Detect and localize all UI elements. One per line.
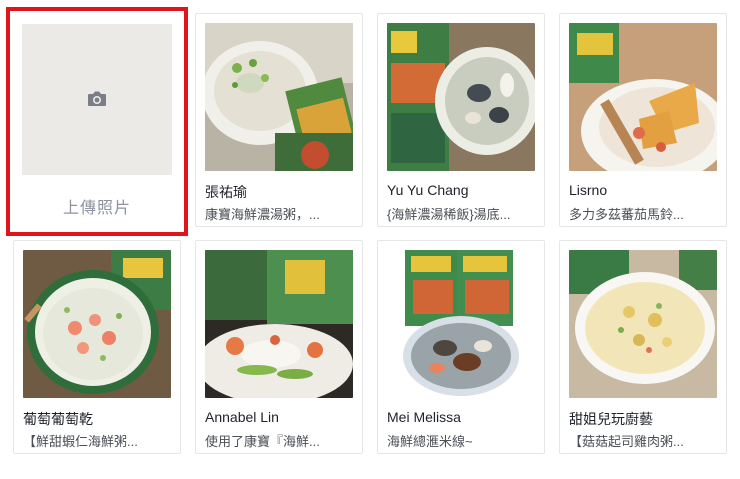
recipe-card[interactable]: Yu Yu Chang {海鮮濃湯稀飯}湯底...	[377, 13, 545, 227]
recipe-card[interactable]: 葡萄葡萄乾 【鮮甜蝦仁海鮮粥...	[13, 240, 181, 454]
recipe-photo	[387, 250, 535, 398]
recipe-card[interactable]: 張祐瑜 康寶海鮮濃湯粥，...	[195, 13, 363, 227]
photo-grid: 上傳照片 張祐瑜 康寶海鮮濃湯粥，... Yu Yu Chang {海鮮濃湯稀飯…	[0, 0, 740, 479]
recipe-photo	[569, 250, 717, 398]
recipe-photo	[23, 250, 171, 398]
recipe-description: 【鮮甜蝦仁海鮮粥...	[23, 434, 138, 449]
author-name: 葡萄葡萄乾	[23, 411, 93, 427]
recipe-card[interactable]: Mei Melissa 海鮮總滙米線~	[377, 240, 545, 454]
recipe-description: 使用了康寶『海鮮...	[205, 434, 320, 449]
recipe-card[interactable]: 甜姐兒玩廚藝 【菇菇起司雞肉粥...	[559, 240, 727, 454]
author-name: Mei Melissa	[387, 409, 461, 425]
recipe-photo	[205, 23, 353, 171]
recipe-description: 多力多茲蕃茄馬鈴...	[569, 207, 684, 222]
camera-icon	[88, 91, 106, 106]
recipe-description: {海鮮濃湯稀飯}湯底...	[387, 207, 511, 222]
recipe-photo	[205, 250, 353, 398]
recipe-card[interactable]: Annabel Lin 使用了康寶『海鮮...	[195, 240, 363, 454]
recipe-card[interactable]: Lisrno 多力多茲蕃茄馬鈴...	[559, 13, 727, 227]
author-name: Yu Yu Chang	[387, 182, 469, 198]
upload-placeholder	[22, 24, 172, 175]
upload-photo-button[interactable]: 上傳照片	[6, 7, 188, 236]
author-name: 張祐瑜	[205, 184, 247, 200]
recipe-description: 康寶海鮮濃湯粥，...	[205, 207, 320, 222]
recipe-description: 海鮮總滙米線~	[387, 434, 473, 449]
author-name: Lisrno	[569, 182, 608, 198]
recipe-photo	[569, 23, 717, 171]
recipe-description: 【菇菇起司雞肉粥...	[569, 434, 684, 449]
author-name: 甜姐兒玩廚藝	[569, 411, 653, 427]
upload-photo-label: 上傳照片	[62, 200, 131, 217]
recipe-photo	[387, 23, 535, 171]
author-name: Annabel Lin	[205, 409, 279, 425]
